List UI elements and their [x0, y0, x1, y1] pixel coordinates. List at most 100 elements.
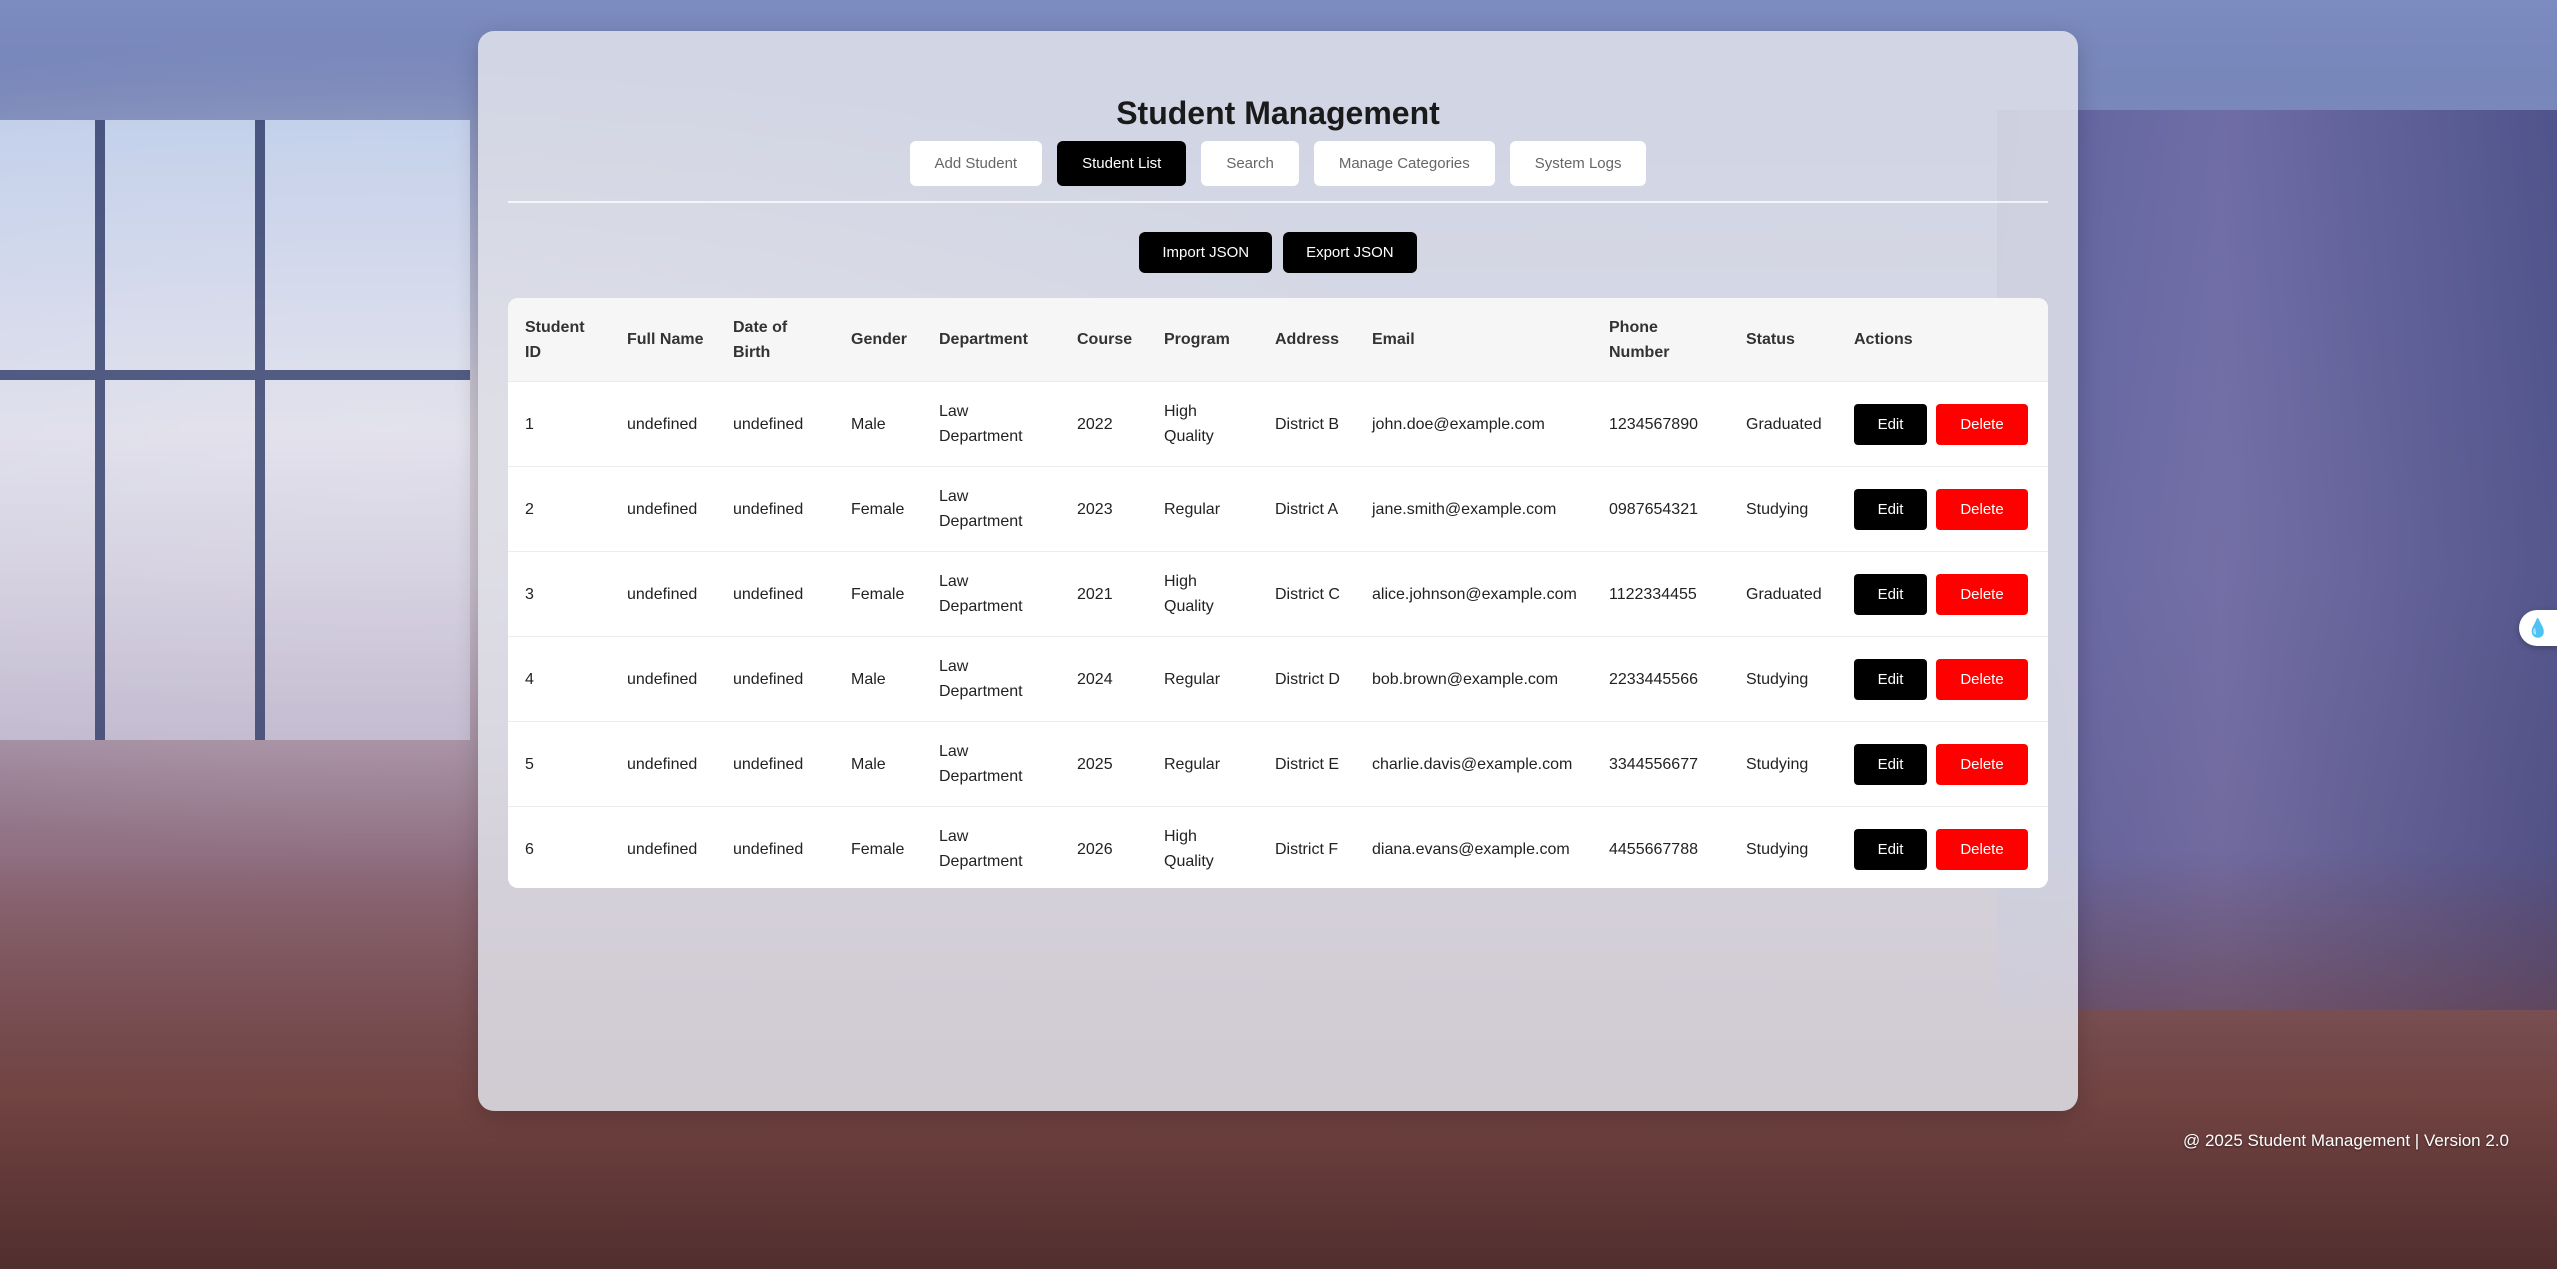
header-department: Department: [922, 298, 1060, 382]
tab-manage-categories[interactable]: Manage Categories: [1313, 141, 1495, 186]
cell-full-name: undefined: [610, 806, 716, 888]
edit-button[interactable]: Edit: [1854, 403, 1927, 445]
cell-course: 2026: [1060, 806, 1147, 888]
tab-system-logs[interactable]: System Logs: [1509, 141, 1647, 186]
edit-button[interactable]: Edit: [1854, 658, 1927, 700]
cell-status: Studying: [1729, 806, 1837, 888]
delete-button[interactable]: Delete: [1936, 573, 2028, 615]
cell-address: District D: [1258, 636, 1355, 722]
cell-phone: 0987654321: [1592, 466, 1729, 552]
cell-student-id: 1: [508, 381, 610, 467]
cell-gender: Male: [834, 381, 922, 467]
cell-address: District E: [1258, 721, 1355, 807]
cell-full-name: undefined: [610, 721, 716, 807]
cell-address: District C: [1258, 551, 1355, 637]
cell-program: High Quality: [1147, 806, 1258, 888]
cell-full-name: undefined: [610, 466, 716, 552]
delete-button[interactable]: Delete: [1936, 403, 2028, 445]
import-export-toolbar: Import JSON Export JSON: [478, 232, 2078, 273]
nav-divider: [508, 201, 2048, 203]
cell-course: 2021: [1060, 551, 1147, 637]
tab-search[interactable]: Search: [1201, 141, 1299, 186]
cell-gender: Female: [834, 551, 922, 637]
delete-button[interactable]: Delete: [1936, 488, 2028, 530]
header-gender: Gender: [834, 298, 922, 382]
cell-actions: Edit Delete: [1837, 381, 2048, 467]
header-email: Email: [1355, 298, 1592, 382]
cell-program: Regular: [1147, 721, 1258, 807]
cell-course: 2022: [1060, 381, 1147, 467]
edit-button[interactable]: Edit: [1854, 573, 1927, 615]
cell-department: Law Department: [922, 721, 1060, 807]
cell-date-of-birth: undefined: [716, 721, 834, 807]
cell-student-id: 5: [508, 721, 610, 807]
cell-status: Studying: [1729, 466, 1837, 552]
row-actions: Edit Delete: [1854, 573, 2040, 615]
cell-address: District F: [1258, 806, 1355, 888]
row-actions: Edit Delete: [1854, 488, 2040, 530]
table-header-row: Student ID Full Name Date of Birth Gende…: [508, 298, 2048, 382]
cell-status: Studying: [1729, 636, 1837, 722]
table-row: 1 undefined undefined Male Law Departmen…: [508, 381, 2048, 467]
tab-student-list[interactable]: Student List: [1057, 141, 1187, 186]
main-panel: Student Management Add Student Student L…: [478, 31, 2078, 1111]
cell-actions: Edit Delete: [1837, 721, 2048, 807]
cell-department: Law Department: [922, 551, 1060, 637]
header-address: Address: [1258, 298, 1355, 382]
table-row: 6 undefined undefined Female Law Departm…: [508, 806, 2048, 888]
cell-date-of-birth: undefined: [716, 381, 834, 467]
cell-department: Law Department: [922, 806, 1060, 888]
cell-gender: Female: [834, 466, 922, 552]
nav-tabs: Add Student Student List Search Manage C…: [478, 141, 2078, 186]
cell-student-id: 6: [508, 806, 610, 888]
cell-email: alice.johnson@example.com: [1355, 551, 1592, 637]
cell-status: Studying: [1729, 721, 1837, 807]
cell-actions: Edit Delete: [1837, 806, 2048, 888]
background-classroom-window: [0, 120, 470, 740]
import-json-button[interactable]: Import JSON: [1139, 232, 1273, 273]
edit-button[interactable]: Edit: [1854, 743, 1927, 785]
cell-email: charlie.davis@example.com: [1355, 721, 1592, 807]
edit-button[interactable]: Edit: [1854, 828, 1927, 870]
cell-status: Graduated: [1729, 551, 1837, 637]
cell-full-name: undefined: [610, 551, 716, 637]
student-table: Student ID Full Name Date of Birth Gende…: [508, 298, 2048, 888]
droplet-icon[interactable]: 💧: [2519, 610, 2557, 646]
cell-date-of-birth: undefined: [716, 466, 834, 552]
cell-email: john.doe@example.com: [1355, 381, 1592, 467]
cell-actions: Edit Delete: [1837, 466, 2048, 552]
cell-actions: Edit Delete: [1837, 636, 2048, 722]
cell-gender: Male: [834, 636, 922, 722]
cell-phone: 1122334455: [1592, 551, 1729, 637]
cell-phone: 1234567890: [1592, 381, 1729, 467]
cell-phone: 3344556677: [1592, 721, 1729, 807]
row-actions: Edit Delete: [1854, 743, 2040, 785]
cell-program: High Quality: [1147, 551, 1258, 637]
delete-button[interactable]: Delete: [1936, 743, 2028, 785]
table-body: 1 undefined undefined Male Law Departmen…: [508, 381, 2048, 888]
cell-date-of-birth: undefined: [716, 636, 834, 722]
cell-phone: 2233445566: [1592, 636, 1729, 722]
header-status: Status: [1729, 298, 1837, 382]
row-actions: Edit Delete: [1854, 658, 2040, 700]
cell-phone: 4455667788: [1592, 806, 1729, 888]
export-json-button[interactable]: Export JSON: [1283, 232, 1417, 273]
edit-button[interactable]: Edit: [1854, 488, 1927, 530]
delete-button[interactable]: Delete: [1936, 828, 2028, 870]
cell-course: 2025: [1060, 721, 1147, 807]
cell-program: Regular: [1147, 466, 1258, 552]
cell-date-of-birth: undefined: [716, 551, 834, 637]
cell-address: District B: [1258, 381, 1355, 467]
cell-email: diana.evans@example.com: [1355, 806, 1592, 888]
cell-gender: Male: [834, 721, 922, 807]
student-table-container: Student ID Full Name Date of Birth Gende…: [508, 298, 2048, 888]
row-actions: Edit Delete: [1854, 828, 2040, 870]
header-full-name: Full Name: [610, 298, 716, 382]
tab-add-student[interactable]: Add Student: [909, 141, 1043, 186]
table-row: 2 undefined undefined Female Law Departm…: [508, 466, 2048, 552]
delete-button[interactable]: Delete: [1936, 658, 2028, 700]
cell-email: bob.brown@example.com: [1355, 636, 1592, 722]
cell-full-name: undefined: [610, 381, 716, 467]
row-actions: Edit Delete: [1854, 403, 2040, 445]
table-row: 4 undefined undefined Male Law Departmen…: [508, 636, 2048, 722]
